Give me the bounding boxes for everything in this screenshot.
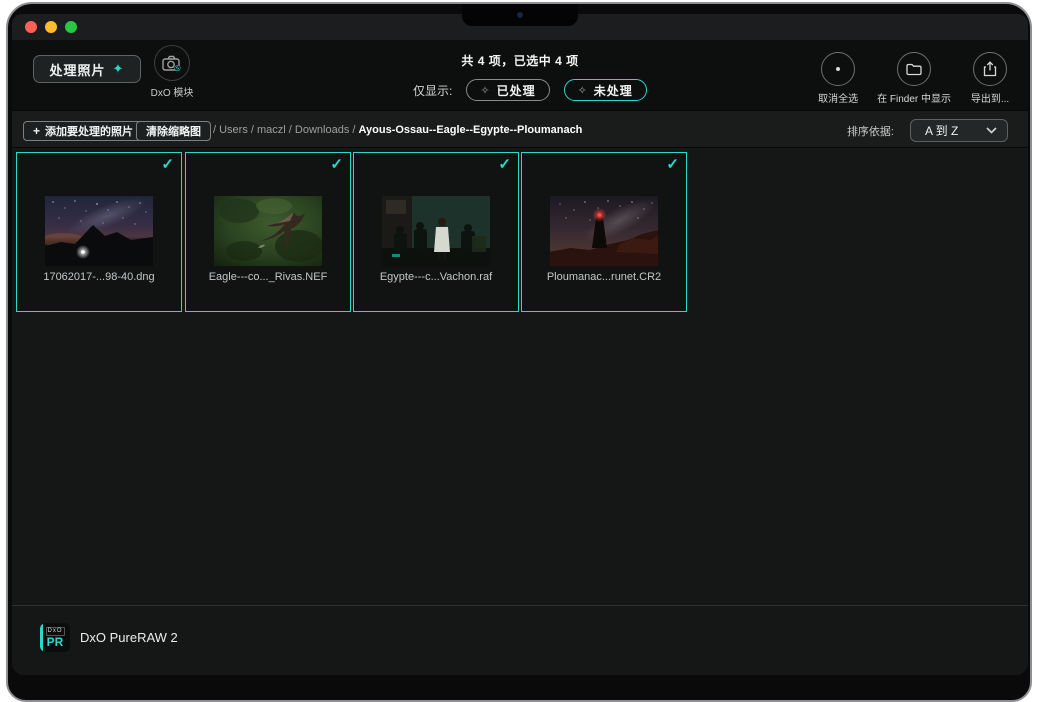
clear-thumbnails-button[interactable]: 清除缩略图 xyxy=(136,121,211,141)
selected-check-icon: ✓ xyxy=(498,155,511,173)
minimize-window-button[interactable] xyxy=(45,21,57,33)
photo-grid: ✓ xyxy=(12,148,1028,605)
sort-order-dropdown[interactable]: A 到 Z xyxy=(910,119,1008,142)
plus-icon: + xyxy=(33,124,40,138)
selected-check-icon: ✓ xyxy=(330,155,343,173)
sort-area: 排序依据: A 到 Z xyxy=(847,119,1008,142)
header-actions: 取消全选 在 Finder 中显示 导出到... xyxy=(812,52,1016,105)
filter-processed-label: 已处理 xyxy=(497,82,536,99)
chevron-down-icon xyxy=(986,127,997,134)
app-window: 处理照片 ✦ DxO 模块 共 4 项，已选中 4 项 仅显示: ✧ xyxy=(12,14,1028,675)
dxo-modules-button[interactable]: DxO 模块 xyxy=(150,45,194,99)
selected-check-icon: ✓ xyxy=(666,155,679,173)
filter-unprocessed-button[interactable]: ✧ 未处理 xyxy=(564,79,647,101)
process-photos-button[interactable]: 处理照片 ✦ xyxy=(33,55,141,83)
photo-thumbnail xyxy=(214,196,322,266)
photo-thumbnail xyxy=(45,196,153,266)
sort-order-value: A 到 Z xyxy=(925,122,958,139)
breadcrumb-current-folder: Ayous-Ossau--Eagle--Egypte--Ploumanach xyxy=(359,124,583,136)
photo-filename: 17062017-...98-40.dng xyxy=(17,271,181,283)
camera-icon xyxy=(154,45,190,81)
close-window-button[interactable] xyxy=(25,21,37,33)
export-icon xyxy=(973,52,1007,86)
process-photos-label: 处理照片 xyxy=(50,60,106,79)
deselect-all-icon xyxy=(821,52,855,86)
photo-tile[interactable]: ✓ xyxy=(353,152,519,312)
camera-dot xyxy=(517,12,523,18)
export-to-label: 导出到... xyxy=(971,90,1009,105)
photo-tile[interactable]: ✓ xyxy=(521,152,687,312)
selection-summary: 共 4 项，已选中 4 项 xyxy=(360,52,680,69)
photo-filename: Eagle---co..._Rivas.NEF xyxy=(186,271,350,283)
photo-tile[interactable]: ✓ xyxy=(16,152,182,312)
deselect-all-button[interactable]: 取消全选 xyxy=(812,52,864,105)
photo-filename: Ploumanac...runet.CR2 xyxy=(522,271,686,283)
traffic-lights xyxy=(25,21,77,33)
filter-row: 仅显示: ✧ 已处理 ✧ 未处理 xyxy=(413,79,647,101)
logo-accent-bar xyxy=(40,623,43,652)
filter-processed-button[interactable]: ✧ 已处理 xyxy=(466,79,549,101)
dxo-pureraw-logo: DxO PR xyxy=(40,623,70,652)
footer-bar: DxO PR DxO PureRAW 2 xyxy=(12,605,1028,675)
filter-unprocessed-label: 未处理 xyxy=(594,82,633,99)
sort-by-label: 排序依据: xyxy=(847,123,894,139)
finder-folder-icon xyxy=(897,52,931,86)
sparkle-icon: ✦ xyxy=(113,61,125,77)
photo-tile[interactable]: ✓ xyxy=(185,152,351,312)
show-in-finder-button[interactable]: 在 Finder 中显示 xyxy=(877,52,951,105)
clear-thumbnails-label: 清除缩略图 xyxy=(146,123,201,139)
deselect-all-label: 取消全选 xyxy=(818,90,858,105)
logo-pr-text: PR xyxy=(47,636,64,649)
filter-label: 仅显示: xyxy=(413,82,452,99)
add-photos-label: 添加要处理的照片 xyxy=(45,123,133,139)
breadcrumb: / Users / maczl / Downloads / Ayous-Ossa… xyxy=(213,124,582,136)
sparkle-outline-icon: ✧ xyxy=(480,84,490,97)
photo-filename: Egypte---c...Vachon.raf xyxy=(354,271,518,283)
selected-check-icon: ✓ xyxy=(161,155,174,173)
main-toolbar: 处理照片 ✦ DxO 模块 共 4 项，已选中 4 项 仅显示: ✧ xyxy=(12,40,1028,110)
breadcrumb-path[interactable]: / Users / maczl / Downloads / xyxy=(213,124,359,136)
secondary-toolbar: + 添加要处理的照片 清除缩略图 / Users / maczl / Downl… xyxy=(12,110,1028,148)
photo-thumbnail xyxy=(550,196,658,266)
app-name: DxO PureRAW 2 xyxy=(80,630,178,645)
dxo-modules-label: DxO 模块 xyxy=(150,84,194,99)
sparkle-outline-icon: ✧ xyxy=(578,84,588,97)
export-to-button[interactable]: 导出到... xyxy=(964,52,1016,105)
add-photos-button[interactable]: + 添加要处理的照片 xyxy=(23,121,143,141)
fullscreen-window-button[interactable] xyxy=(65,21,77,33)
camera-notch xyxy=(462,4,578,26)
show-in-finder-label: 在 Finder 中显示 xyxy=(877,90,951,105)
photo-thumbnail xyxy=(382,196,490,266)
